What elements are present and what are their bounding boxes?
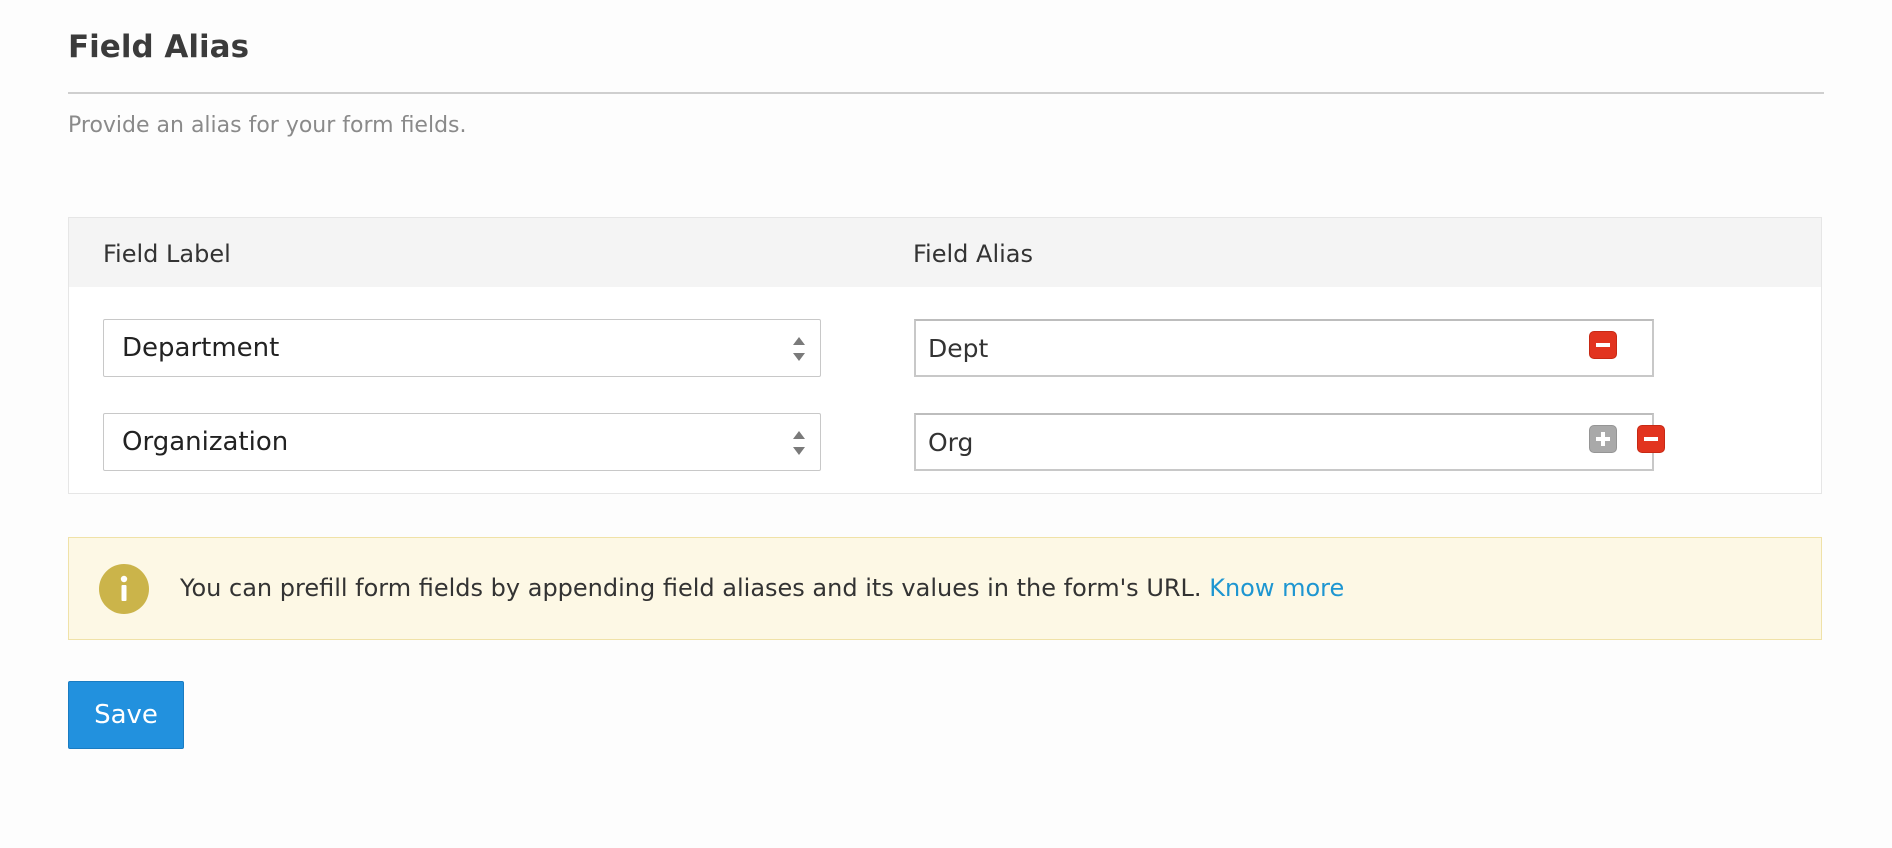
remove-row-button[interactable] <box>1637 425 1665 453</box>
page-subtitle: Provide an alias for your form fields. <box>68 113 467 138</box>
info-banner: You can prefill form fields by appending… <box>68 537 1822 640</box>
info-message-text: You can prefill form fields by appending… <box>180 574 1202 602</box>
add-row-button[interactable] <box>1589 425 1617 453</box>
field-label-select-department[interactable]: Department <box>103 319 821 377</box>
title-divider <box>68 92 1824 94</box>
remove-icon <box>1596 343 1610 347</box>
page-title: Field Alias <box>68 29 250 65</box>
know-more-link[interactable]: Know more <box>1209 574 1344 602</box>
field-label-select-value: Organization <box>122 427 289 457</box>
select-arrows-icon <box>792 429 806 457</box>
save-button[interactable]: Save <box>68 681 184 749</box>
field-alias-input-organization[interactable] <box>914 413 1654 471</box>
field-label-select-organization[interactable]: Organization <box>103 413 821 471</box>
select-arrows-icon <box>792 335 806 363</box>
remove-icon <box>1644 437 1658 441</box>
info-message: You can prefill form fields by appending… <box>180 571 1344 605</box>
alias-table: Field Label Field Alias Department Organ… <box>68 217 1822 494</box>
column-header-field-label: Field Label <box>103 240 231 268</box>
remove-row-button[interactable] <box>1589 331 1617 359</box>
field-alias-page: Field Alias Provide an alias for your fo… <box>0 0 1892 848</box>
column-header-field-alias: Field Alias <box>913 240 1033 268</box>
field-label-select-value: Department <box>122 333 280 363</box>
table-header: Field Label Field Alias <box>69 218 1821 287</box>
add-icon <box>1596 432 1610 446</box>
info-icon <box>99 564 149 614</box>
field-alias-input-department[interactable] <box>914 319 1654 377</box>
